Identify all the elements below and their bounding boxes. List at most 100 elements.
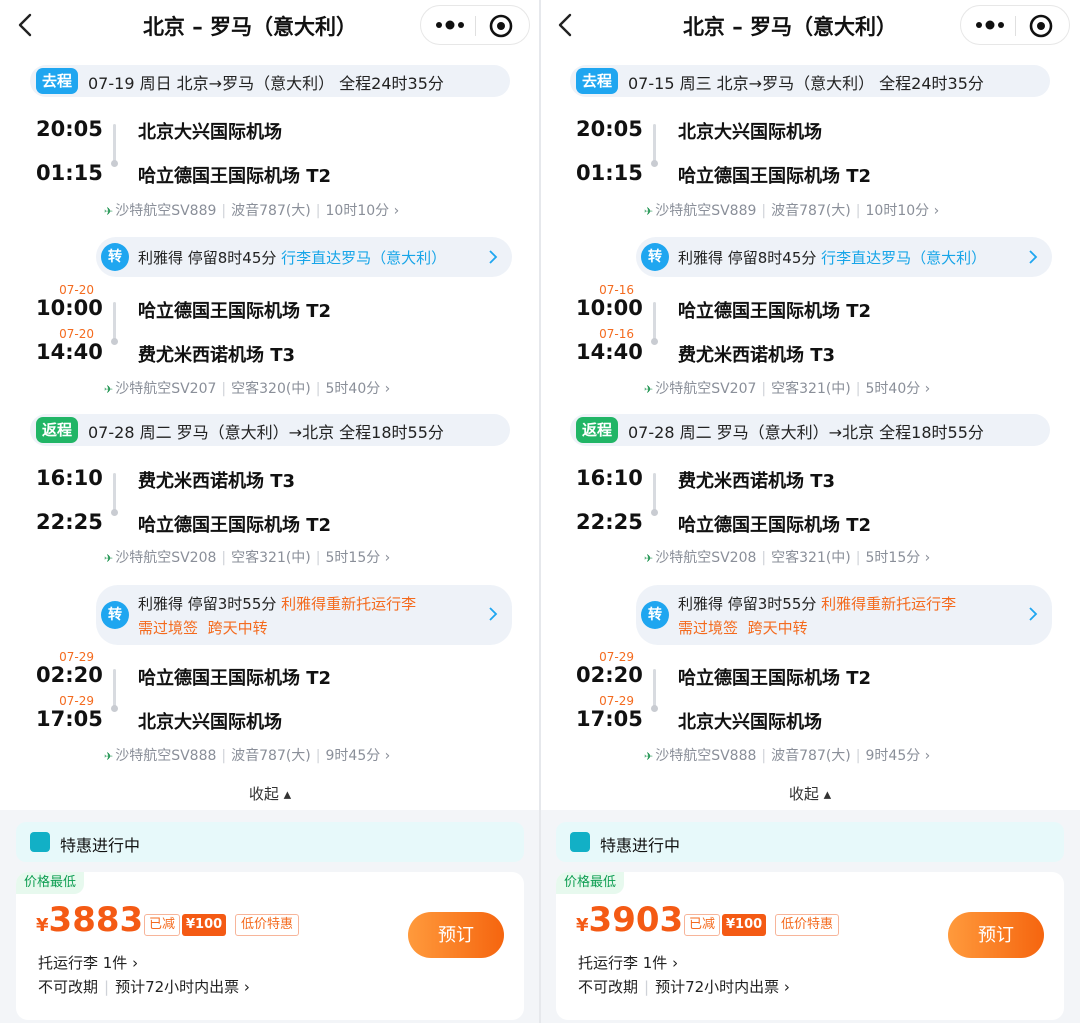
leg-dot <box>111 705 118 712</box>
chevron-right-icon <box>489 607 498 621</box>
top-bar: 北京 – 罗马（意大利） <box>540 0 1080 52</box>
return-summary-bar: 返程 07-28 周二 罗马（意大利）→北京 全程18时55分 <box>30 414 510 446</box>
leg-line <box>653 124 656 164</box>
more-dots-icon[interactable] <box>973 14 1007 36</box>
collapse-toggle[interactable]: 收起 ▴ <box>540 783 1080 804</box>
leg-line <box>113 302 116 342</box>
airline-flight: 沙特航空SV889 <box>115 203 217 219</box>
baggage-info[interactable]: 托运行李 1件 › <box>578 952 678 973</box>
recheck-baggage-note: 利雅得重新托运行李 <box>281 595 417 613</box>
back-arrow-icon[interactable] <box>14 12 36 38</box>
departure-time: 20:05 <box>36 117 103 141</box>
departure-airport: 哈立德国王国际机场 T2 <box>678 668 872 689</box>
arrival-time: 17:05 <box>36 707 103 731</box>
aircraft-type: 波音787(大) <box>771 203 851 219</box>
top-bar: 北京 – 罗马（意大利） <box>0 0 540 52</box>
aircraft-type: 波音787(大) <box>771 748 851 764</box>
baggage-info[interactable]: 托运行李 1件 › <box>38 952 138 973</box>
recheck-baggage-note: 利雅得重新托运行李 <box>821 595 957 613</box>
book-button[interactable]: 预订 <box>408 912 504 958</box>
transfer-info-1[interactable]: 转 利雅得 停留8时45分 行李直达罗马（意大利） <box>96 237 512 277</box>
lowest-price-tag: 价格最低 <box>556 872 625 894</box>
transfer-info-1[interactable]: 转 利雅得 停留8时45分 行李直达罗马（意大利） <box>636 237 1052 277</box>
arrival-time: 14:40 <box>576 340 643 364</box>
transfer-text: 利雅得 停留3时55分 利雅得重新托运行李 <box>138 595 417 613</box>
airline-logo-icon: ✈ <box>104 750 114 763</box>
flight-meta[interactable]: ✈ 沙特航空SV208 | 空客321(中) | 5时15分 › <box>644 547 930 567</box>
airline-flight: 沙特航空SV888 <box>115 748 217 764</box>
chevron-right-icon <box>1029 250 1038 264</box>
flight-meta[interactable]: ✈ 沙特航空SV207 | 空客320(中) | 5时40分 › <box>104 378 390 398</box>
return-badge: 返程 <box>576 417 619 443</box>
flight-meta[interactable]: ✈ 沙特航空SV889 | 波音787(大) | 10时10分 › <box>644 200 939 220</box>
airline-logo-icon: ✈ <box>644 383 654 396</box>
outbound-summary: 07-15 周三 北京→罗马（意大利） 全程24时35分 <box>628 74 984 93</box>
flight-duration: 9时45分 › <box>865 748 931 764</box>
flight-duration: 10时10分 › <box>325 203 400 219</box>
leg-dot <box>111 338 118 345</box>
outbound-badge: 去程 <box>36 68 79 94</box>
transfer-badge: 转 <box>641 243 669 271</box>
flight-meta[interactable]: ✈ 沙特航空SV207 | 空客321(中) | 5时40分 › <box>644 378 930 398</box>
departure-airport: 哈立德国王国际机场 T2 <box>138 301 332 322</box>
collapse-toggle[interactable]: 收起 ▴ <box>0 783 540 804</box>
transfer-badge: 转 <box>101 601 129 629</box>
panel-divider <box>539 0 541 1023</box>
arrival-time: 14:40 <box>36 340 103 364</box>
transit-visa-note: 需过境签 <box>678 619 739 637</box>
arrival-date: 07-29 <box>599 694 634 708</box>
airline-flight: 沙特航空SV207 <box>115 381 217 397</box>
departure-time: 02:20 <box>576 663 643 687</box>
capsule-divider <box>475 16 476 36</box>
aircraft-type: 空客321(中) <box>771 550 851 566</box>
flight-duration: 10时10分 › <box>865 203 940 219</box>
policy-info[interactable]: 不可改期 | 预计72小时内出票 › <box>38 976 250 997</box>
leg-line <box>653 473 656 513</box>
transfer-info-2[interactable]: 转 利雅得 停留3时55分 利雅得重新托运行李 需过境签 跨天中转 <box>636 585 1052 645</box>
departure-airport: 费尤米西诺机场 T3 <box>138 471 296 492</box>
chevron-right-icon <box>489 250 498 264</box>
flight-meta[interactable]: ✈ 沙特航空SV889 | 波音787(大) | 10时10分 › <box>104 200 399 220</box>
flight-meta[interactable]: ✈ 沙特航空SV208 | 空客321(中) | 5时15分 › <box>104 547 390 567</box>
aircraft-type: 波音787(大) <box>231 203 311 219</box>
baggage-through-note: 行李直达罗马（意大利） <box>821 249 987 267</box>
policy-info[interactable]: 不可改期 | 预计72小时内出票 › <box>578 976 790 997</box>
transfer-info-2[interactable]: 转 利雅得 停留3时55分 利雅得重新托运行李 需过境签 跨天中转 <box>96 585 512 645</box>
outbound-summary: 07-19 周日 北京→罗马（意大利） 全程24时35分 <box>88 74 444 93</box>
flight-duration: 5时40分 › <box>865 381 931 397</box>
camel-promo-icon <box>570 832 590 852</box>
leg-dot <box>111 160 118 167</box>
back-arrow-icon[interactable] <box>554 12 576 38</box>
capsule-divider <box>1015 16 1016 36</box>
discount-tag: ¥100 <box>182 914 227 936</box>
page-title: 北京 – 罗马（意大利） <box>142 15 358 39</box>
airline-flight: 沙特航空SV207 <box>655 381 757 397</box>
departure-airport: 哈立德国王国际机场 T2 <box>678 301 872 322</box>
promo-text: 特惠进行中 <box>600 836 681 855</box>
departure-time: 20:05 <box>576 117 643 141</box>
arrival-airport: 北京大兴国际机场 <box>138 712 282 733</box>
price: ¥3903 <box>576 900 684 940</box>
arrival-time: 01:15 <box>36 161 103 185</box>
more-dots-icon[interactable] <box>433 14 467 36</box>
airline-logo-icon: ✈ <box>104 205 114 218</box>
arrival-airport: 哈立德国王国际机场 T2 <box>678 515 872 536</box>
ticketing-note: 预计72小时内出票 › <box>655 978 790 996</box>
airline-flight: 沙特航空SV208 <box>655 550 757 566</box>
flight-meta[interactable]: ✈ 沙特航空SV888 | 波音787(大) | 9时45分 › <box>644 745 930 765</box>
aircraft-type: 波音787(大) <box>231 748 311 764</box>
departure-time: 16:10 <box>36 466 103 490</box>
flight-meta[interactable]: ✈ 沙特航空SV888 | 波音787(大) | 9时45分 › <box>104 745 390 765</box>
reduced-tag: 已减 <box>684 914 721 936</box>
arrival-date: 07-16 <box>599 327 634 341</box>
close-target-icon[interactable] <box>488 13 514 39</box>
leg-dot <box>651 160 658 167</box>
arrival-airport: 费尤米西诺机场 T3 <box>678 345 836 366</box>
transfer-badge: 转 <box>101 243 129 271</box>
close-target-icon[interactable] <box>1028 13 1054 39</box>
baggage-through-note: 行李直达罗马（意大利） <box>281 249 447 267</box>
aircraft-type: 空客320(中) <box>231 381 311 397</box>
page-title: 北京 – 罗马（意大利） <box>682 15 898 39</box>
chevron-right-icon <box>1029 607 1038 621</box>
book-button[interactable]: 预订 <box>948 912 1044 958</box>
